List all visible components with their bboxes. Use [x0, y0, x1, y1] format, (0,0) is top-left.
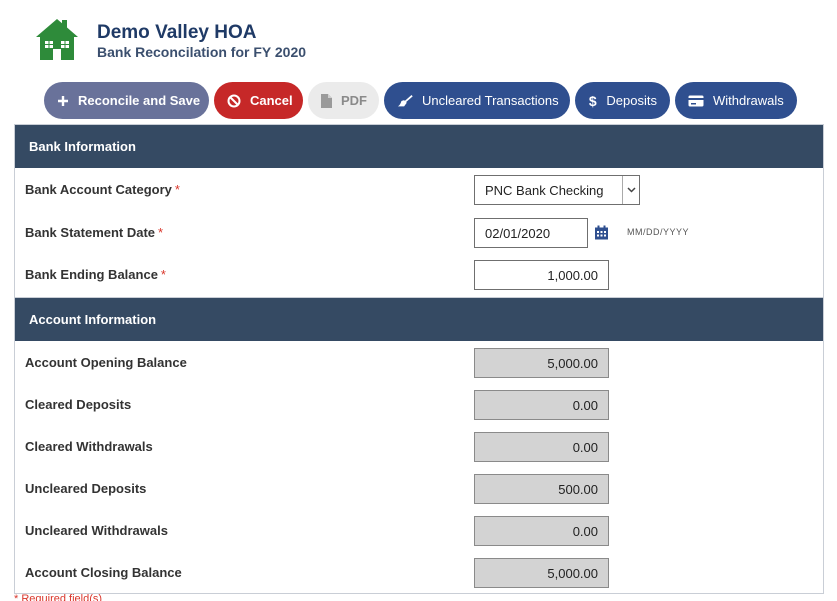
- reconcile-label: Reconcile and Save: [78, 93, 201, 108]
- field-label: Cleared Deposits: [25, 397, 132, 412]
- bank-ending-balance-input[interactable]: 1,000.00: [474, 260, 609, 290]
- pdf-button[interactable]: PDF: [308, 82, 379, 119]
- field-label: Cleared Withdrawals: [25, 439, 153, 454]
- cancel-button[interactable]: Cancel: [214, 82, 303, 119]
- withdrawals-label: Withdrawals: [713, 93, 784, 108]
- cleared-deposits-field: 0.00: [474, 390, 609, 420]
- required-field-note: * Required field(s): [14, 593, 103, 601]
- field-label: Bank Statement Date *: [25, 225, 164, 240]
- bank-statement-date-row: Bank Statement Date * 02/01/2020 MM/DD/YY…: [15, 218, 823, 248]
- pdf-file-icon: [321, 93, 332, 109]
- page-header: Demo Valley HOA Bank Reconcilation for F…: [0, 0, 837, 75]
- account-opening-balance-row: Account Opening Balance 5,000.00: [15, 348, 823, 378]
- cleared-deposits-row: Cleared Deposits 0.00: [15, 390, 823, 420]
- bank-information-panel: Bank Information Bank Account Category * …: [14, 124, 824, 298]
- bank-information-heading: Bank Information: [15, 125, 823, 168]
- required-mark: *: [158, 225, 164, 240]
- cleared-withdrawals-row: Cleared Withdrawals 0.00: [15, 432, 823, 462]
- uncleared-transactions-button[interactable]: Uncleared Transactions: [384, 82, 570, 119]
- cleared-withdrawals-field: 0.00: [474, 432, 609, 462]
- ban-icon: [227, 93, 241, 109]
- bank-account-category-select[interactable]: PNC Bank Checking: [474, 175, 640, 205]
- uncleared-withdrawals-row: Uncleared Withdrawals 0.00: [15, 516, 823, 546]
- uncleared-transactions-label: Uncleared Transactions: [422, 93, 559, 108]
- required-mark: *: [160, 267, 166, 282]
- pdf-label: PDF: [341, 93, 367, 108]
- uncleared-withdrawals-field: 0.00: [474, 516, 609, 546]
- plus-icon: [57, 93, 69, 109]
- account-opening-balance-field: 5,000.00: [474, 348, 609, 378]
- page-title: Bank Reconcilation for FY 2020: [97, 44, 307, 60]
- bank-account-category-row: Bank Account Category * PNC Bank Checking: [15, 175, 823, 205]
- field-label: Account Closing Balance: [25, 565, 182, 580]
- broom-icon: [397, 93, 413, 109]
- house-icon: [36, 19, 78, 60]
- balance-value: 1,000.00: [547, 267, 598, 283]
- field-label: Bank Account Category *: [25, 182, 180, 197]
- date-value: 02/01/2020: [485, 225, 551, 241]
- chevron-down-icon: [622, 176, 639, 204]
- cancel-label: Cancel: [250, 93, 293, 108]
- required-mark: *: [174, 182, 180, 197]
- account-information-heading: Account Information: [15, 298, 823, 341]
- account-closing-balance-field: 5,000.00: [474, 558, 609, 588]
- deposits-label: Deposits: [606, 93, 657, 108]
- uncleared-deposits-field: 500.00: [474, 474, 609, 504]
- account-information-panel: Account Information Account Opening Bala…: [14, 297, 824, 594]
- withdrawals-button[interactable]: Withdrawals: [675, 82, 797, 119]
- field-label: Uncleared Deposits: [25, 481, 147, 496]
- reconcile-and-save-button[interactable]: Reconcile and Save: [44, 82, 209, 119]
- selected-value: PNC Bank Checking: [485, 182, 604, 198]
- date-format-hint: MM/DD/YYYY: [627, 227, 690, 237]
- deposits-button[interactable]: $ Deposits: [575, 82, 670, 119]
- bank-ending-balance-row: Bank Ending Balance * 1,000.00: [15, 260, 823, 290]
- field-label: Bank Ending Balance *: [25, 267, 166, 282]
- field-label: Uncleared Withdrawals: [25, 523, 168, 538]
- credit-card-icon: [688, 93, 704, 109]
- field-label: Account Opening Balance: [25, 355, 187, 370]
- account-closing-balance-row: Account Closing Balance 5,000.00: [15, 558, 823, 588]
- statement-date-input[interactable]: 02/01/2020: [474, 218, 588, 248]
- action-toolbar: Reconcile and Save Cancel PDF Uncleared …: [44, 82, 797, 119]
- dollar-icon: $: [588, 92, 597, 109]
- uncleared-deposits-row: Uncleared Deposits 500.00: [15, 474, 823, 504]
- org-name: Demo Valley HOA: [97, 22, 257, 43]
- calendar-icon[interactable]: [594, 225, 609, 240]
